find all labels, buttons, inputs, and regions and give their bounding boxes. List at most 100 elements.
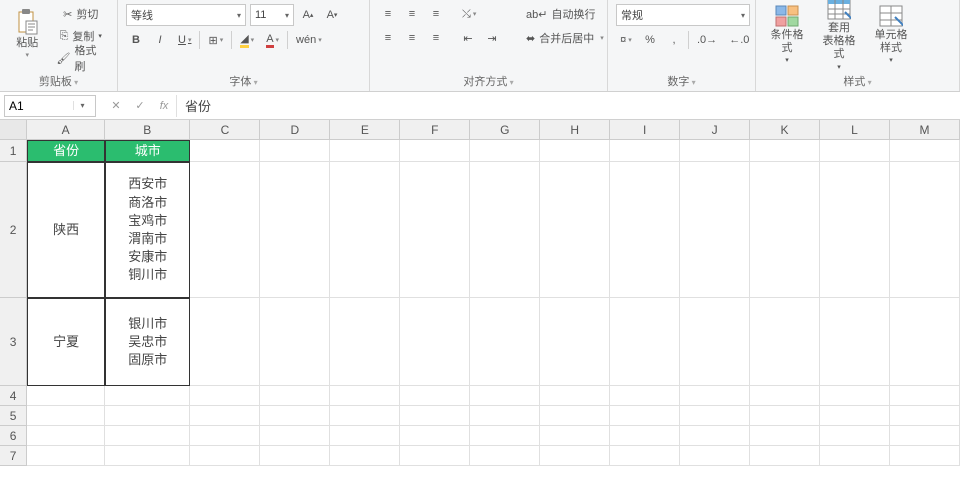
cell[interactable] xyxy=(470,162,540,298)
name-box-dropdown[interactable]: ▾ xyxy=(73,101,91,110)
column-header[interactable]: B xyxy=(105,120,191,140)
cell[interactable] xyxy=(890,406,960,426)
decrease-font-button[interactable]: A▾ xyxy=(322,5,342,25)
cell[interactable] xyxy=(330,386,400,406)
cell[interactable] xyxy=(190,162,260,298)
cell[interactable] xyxy=(820,162,890,298)
cell[interactable] xyxy=(680,406,750,426)
cell[interactable] xyxy=(540,162,610,298)
column-header[interactable]: J xyxy=(680,120,750,140)
column-header[interactable]: E xyxy=(330,120,400,140)
cell[interactable] xyxy=(610,386,680,406)
cell[interactable] xyxy=(750,406,820,426)
column-header[interactable]: I xyxy=(610,120,680,140)
cell[interactable] xyxy=(610,446,680,466)
cell[interactable] xyxy=(680,140,750,162)
cell[interactable] xyxy=(470,406,540,426)
cell[interactable] xyxy=(540,406,610,426)
indent-decrease-button[interactable]: ⇤ xyxy=(458,28,478,48)
cell[interactable] xyxy=(330,426,400,446)
comma-button[interactable]: , xyxy=(664,30,684,50)
cell[interactable] xyxy=(680,386,750,406)
cell[interactable] xyxy=(400,446,470,466)
cell[interactable] xyxy=(400,140,470,162)
row-header[interactable]: 6 xyxy=(0,426,27,446)
align-bottom-button[interactable]: ≡ xyxy=(426,4,446,24)
cell[interactable] xyxy=(540,140,610,162)
cell[interactable] xyxy=(190,446,260,466)
cell[interactable] xyxy=(820,140,890,162)
cell[interactable] xyxy=(540,298,610,386)
number-format-select[interactable]: 常规 xyxy=(616,4,750,26)
cell[interactable] xyxy=(890,298,960,386)
column-header[interactable]: M xyxy=(890,120,960,140)
cut-button[interactable]: ✂剪切 xyxy=(53,4,109,24)
cell[interactable] xyxy=(680,426,750,446)
cell[interactable] xyxy=(400,386,470,406)
select-all-corner[interactable] xyxy=(0,120,27,140)
cancel-formula-button[interactable]: ✕ xyxy=(104,96,128,116)
cell[interactable] xyxy=(105,386,191,406)
cities-cell[interactable]: 西安市商洛市宝鸡市渭南市安康市铜川市 xyxy=(105,162,191,298)
increase-font-button[interactable]: A▴ xyxy=(298,5,318,25)
cell[interactable] xyxy=(890,386,960,406)
cell[interactable] xyxy=(190,140,260,162)
phonetic-button[interactable]: wén xyxy=(292,30,326,50)
align-top-button[interactable]: ≡ xyxy=(378,4,398,24)
cell[interactable] xyxy=(105,426,191,446)
conditional-format-button[interactable]: 条件格式▾ xyxy=(764,4,810,66)
column-header[interactable]: A xyxy=(27,120,105,140)
indent-increase-button[interactable]: ⇥ xyxy=(482,28,502,48)
cell[interactable] xyxy=(610,406,680,426)
row-header[interactable]: 3 xyxy=(0,298,27,386)
format-as-table-button[interactable]: 套用 表格格式▾ xyxy=(816,4,862,66)
underline-button[interactable]: U xyxy=(174,30,195,50)
cell[interactable] xyxy=(330,298,400,386)
cell[interactable] xyxy=(540,386,610,406)
cell[interactable] xyxy=(750,162,820,298)
cell[interactable] xyxy=(820,426,890,446)
cell[interactable] xyxy=(190,298,260,386)
cell-styles-button[interactable]: 单元格样式▾ xyxy=(868,4,914,66)
format-painter-button[interactable]: 🖌格式刷 xyxy=(53,48,109,68)
fx-button[interactable]: fx xyxy=(152,96,176,116)
cell[interactable] xyxy=(27,426,105,446)
cell[interactable] xyxy=(260,386,330,406)
row-header[interactable]: 1 xyxy=(0,140,27,162)
font-color-button[interactable]: A xyxy=(262,30,283,50)
column-header[interactable]: D xyxy=(260,120,330,140)
cell[interactable] xyxy=(680,162,750,298)
province-cell[interactable]: 陕西 xyxy=(27,162,105,298)
row-header[interactable]: 2 xyxy=(0,162,27,298)
bold-button[interactable]: B xyxy=(126,30,146,50)
cell[interactable] xyxy=(820,406,890,426)
cell[interactable] xyxy=(470,140,540,162)
province-cell[interactable]: 宁夏 xyxy=(27,298,105,386)
cell[interactable] xyxy=(400,426,470,446)
cell[interactable] xyxy=(400,162,470,298)
column-header[interactable]: K xyxy=(750,120,820,140)
cell[interactable] xyxy=(260,140,330,162)
currency-button[interactable]: ¤ xyxy=(616,30,636,50)
cell[interactable] xyxy=(890,140,960,162)
cell[interactable] xyxy=(470,446,540,466)
cell[interactable] xyxy=(890,162,960,298)
cell[interactable] xyxy=(890,446,960,466)
cell[interactable] xyxy=(540,426,610,446)
cell[interactable] xyxy=(610,298,680,386)
cell[interactable] xyxy=(470,426,540,446)
cell[interactable] xyxy=(540,446,610,466)
column-header[interactable]: L xyxy=(820,120,890,140)
header-cell[interactable]: 城市 xyxy=(105,140,191,162)
cell[interactable] xyxy=(400,298,470,386)
cell[interactable] xyxy=(400,406,470,426)
column-header[interactable]: F xyxy=(400,120,470,140)
cities-cell[interactable]: 银川市吴忠市固原市 xyxy=(105,298,191,386)
paste-button[interactable]: 粘贴 ▾ xyxy=(8,4,47,66)
cell[interactable] xyxy=(260,298,330,386)
orientation-button[interactable]: ⤯ xyxy=(458,4,480,24)
name-box[interactable]: ▾ xyxy=(4,95,96,117)
cell[interactable] xyxy=(330,162,400,298)
italic-button[interactable]: I xyxy=(150,30,170,50)
cell[interactable] xyxy=(750,446,820,466)
